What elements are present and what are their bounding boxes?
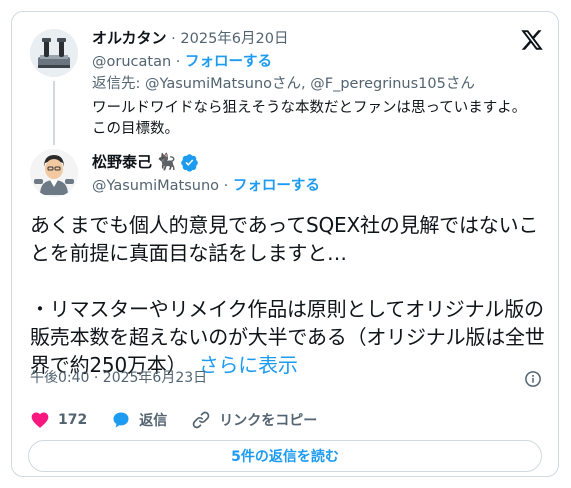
separator: · (166, 31, 181, 47)
parent-handle-row: @orucatan · フォローする (92, 51, 272, 72)
main-header: 松野泰己 🐈‍⬛ (92, 151, 199, 173)
info-icon[interactable] (524, 370, 542, 388)
copy-link-button[interactable]: リンクをコピー (191, 410, 317, 430)
tweet-card: オルカタン · 2025年6月20日 @orucatan · フォローする 返信… (11, 11, 559, 477)
main-display-name[interactable]: 松野泰己 (92, 151, 152, 173)
avatar-image (30, 149, 78, 197)
parent-text-line: この目標数。 (92, 121, 179, 137)
parent-tweet-text: ワールドワイドなら狙えそうな本数だとファンは思っていますよ。 この目標数。 (92, 98, 552, 140)
parent-handle[interactable]: @orucatan (92, 54, 171, 70)
main-handle-row: @YasumiMatsuno · フォローする (92, 175, 320, 196)
parent-date[interactable]: 2025年6月20日 (180, 31, 288, 47)
separator: · (171, 54, 185, 70)
avatar-yasumimatsuno[interactable] (30, 149, 78, 197)
heart-icon (31, 412, 49, 428)
parent-display-name[interactable]: オルカタン (92, 29, 167, 47)
main-text-paragraph-1: あくまでも個人的意見であってSQEX社の見解ではないことを前提に真面目な話をしま… (30, 213, 539, 265)
x-logo-icon[interactable] (520, 28, 544, 52)
parent-text-line: ワールドワイドなら狙えそうな本数だとファンは思っていますよ。 (92, 100, 527, 116)
read-replies-button[interactable]: 5件の返信を読む (28, 440, 542, 472)
copy-link-label: リンクをコピー (219, 413, 318, 429)
tweet-timestamp[interactable]: 午後0:40 · 2025年6月23日 (30, 368, 207, 388)
parent-header: オルカタン · 2025年6月20日 (92, 28, 288, 49)
black-cat-emoji: 🐈‍⬛ (156, 152, 176, 171)
action-bar: 172 返信 リンクをコピー (30, 408, 341, 432)
thread-line (53, 81, 55, 145)
main-follow-button[interactable]: フォローする (233, 178, 320, 194)
separator: · (219, 178, 233, 194)
avatar-orucatan[interactable] (30, 29, 78, 77)
parent-follow-button[interactable]: フォローする (185, 54, 272, 70)
reply-button[interactable]: 返信 (111, 410, 167, 430)
reply-label: 返信 (139, 413, 168, 429)
link-icon (192, 411, 210, 429)
main-handle[interactable]: @YasumiMatsuno (92, 178, 219, 194)
like-button[interactable]: 172 (30, 410, 87, 430)
avatar-image (30, 29, 78, 77)
verified-badge-icon[interactable] (180, 153, 199, 172)
main-text-paragraph-2: ・リマスターやリメイク作品は原則としてオリジナル版の販売本数を超えないのが大半で… (30, 295, 550, 379)
reply-to-prefix: 返信先: (92, 76, 145, 92)
reply-to-handles[interactable]: @YasumiMatsunoさん, @F_peregrinus105さん (145, 76, 475, 92)
main-tweet-text: あくまでも個人的意見であってSQEX社の見解ではないことを前提に真面目な話をしま… (30, 211, 550, 379)
show-more-link[interactable]: さらに表示 (199, 353, 298, 377)
reply-to-line: 返信先: @YasumiMatsunoさん, @F_peregrinus105さ… (92, 74, 475, 94)
like-count: 172 (58, 412, 88, 428)
reply-bubble-icon (113, 412, 129, 428)
